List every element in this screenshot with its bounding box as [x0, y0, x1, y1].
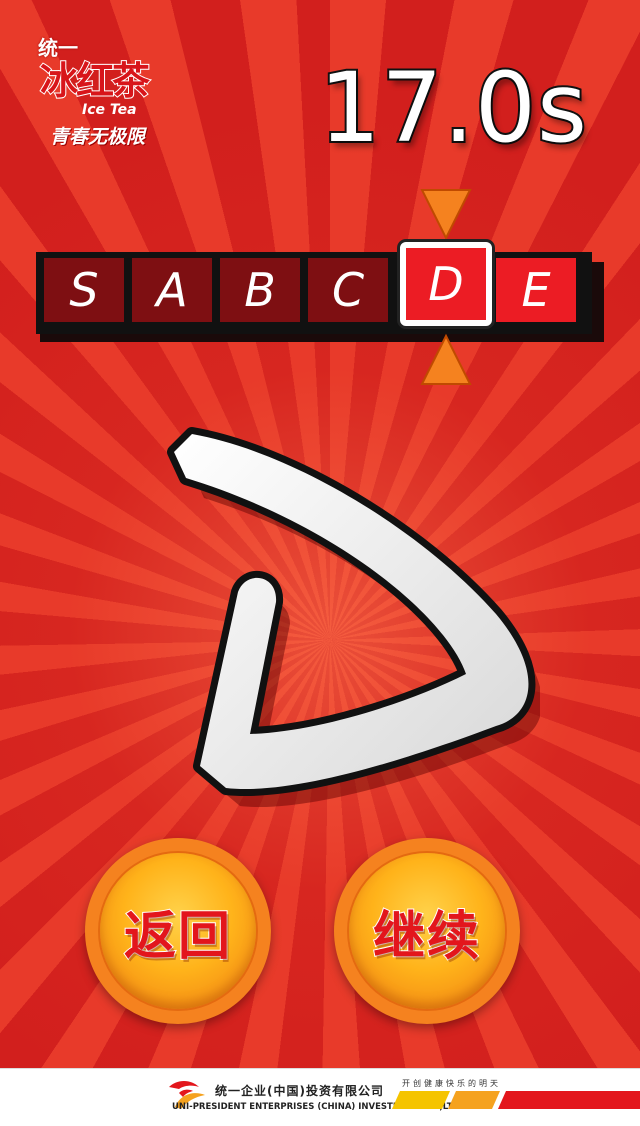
- company-name-cn: 统一企业(中国)投资有限公司: [215, 1084, 384, 1098]
- letter-tile-a: A: [132, 258, 212, 322]
- back-button-label: 返回: [123, 906, 232, 968]
- selector-arrow-down-icon: [420, 189, 472, 241]
- continue-button[interactable]: 继续: [334, 838, 520, 1024]
- game-screen: 统一 冰红茶 Ice Tea 青春无极限 17.0s S A B C E D 返…: [0, 0, 640, 1068]
- current-letter-d-graphic: [167, 427, 540, 807]
- continue-button-label: 继续: [372, 906, 481, 968]
- logo-slogan: 青春无极限: [50, 126, 146, 148]
- ice-tea-logo: 统一 冰红茶 Ice Tea 青春无极限: [30, 28, 160, 148]
- footer-stripes: [392, 1091, 640, 1109]
- company-tagline: 开创健康快乐的明天: [402, 1079, 501, 1088]
- footer: 统一企业(中国)投资有限公司 UNI-PRESIDENT ENTERPRISES…: [0, 1068, 640, 1126]
- letter-tile-s: S: [44, 258, 124, 322]
- continue-button-face[interactable]: 继续: [349, 853, 505, 1009]
- logo-sub: Ice Tea: [82, 102, 137, 118]
- letter-tile-d-selected: D: [400, 242, 492, 326]
- selector-arrow-up-icon: [420, 333, 472, 385]
- letter-strip: S A B C E D: [36, 242, 604, 342]
- countdown-timer: 17.0s: [317, 50, 589, 166]
- logo-brand: 冰红茶: [39, 58, 151, 104]
- letter-tile-b: B: [220, 258, 300, 322]
- back-button-face[interactable]: 返回: [100, 853, 256, 1009]
- letter-tile-c: C: [308, 258, 388, 322]
- letter-tile-e: E: [496, 258, 576, 322]
- back-button[interactable]: 返回: [85, 838, 271, 1024]
